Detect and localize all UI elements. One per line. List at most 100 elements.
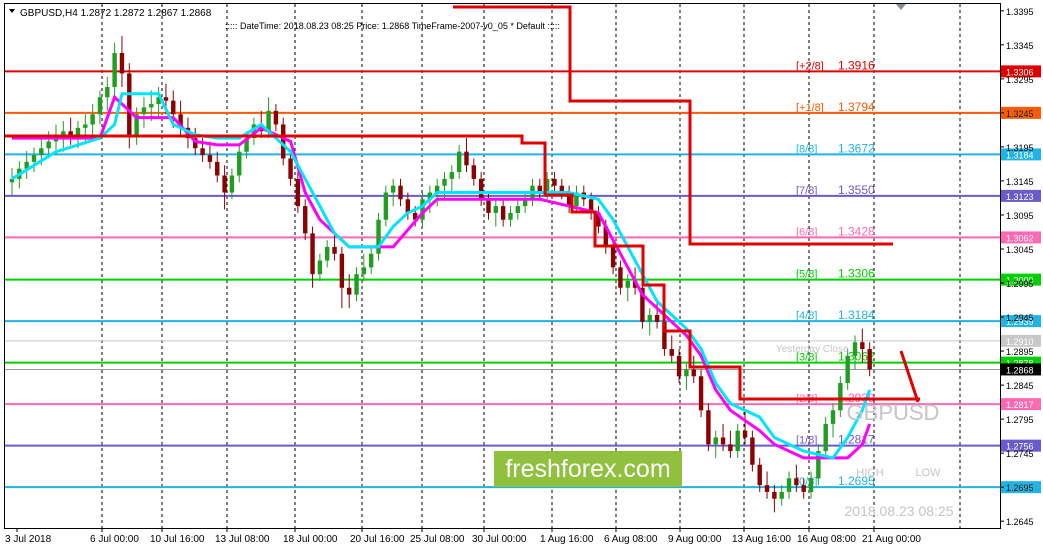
candle-body: [390, 185, 396, 193]
candle-body: [808, 478, 814, 492]
candle-body: [119, 52, 125, 74]
candle-body: [838, 383, 843, 411]
candle-body: [237, 151, 242, 176]
candle-body: [471, 165, 477, 179]
level-value: 1.3794: [838, 100, 875, 114]
candle-body: [171, 100, 176, 115]
y-tick-label: 1.3045: [1006, 245, 1034, 255]
candle-body: [464, 151, 469, 166]
y-tick-label: 1.3195: [1006, 143, 1034, 153]
y-tick-label: 1.3395: [1006, 7, 1034, 17]
watermark-symbol: GBPUSD: [847, 400, 940, 425]
x-tick-label: 6 Aug 08:00: [604, 534, 658, 545]
candle-body: [273, 110, 279, 125]
candle-body: [486, 199, 491, 213]
candle-body: [398, 185, 403, 200]
candle-body: [383, 192, 389, 220]
candle-body: [105, 87, 110, 98]
candle-body: [691, 369, 696, 377]
candle-body: [354, 274, 359, 295]
candle-body: [456, 151, 462, 173]
x-tick-label: 21 Aug 00:00: [862, 534, 921, 545]
level-value: 1.3306: [838, 267, 875, 281]
level-label: [6/8]: [796, 226, 817, 238]
x-tick-label: 18 Jul 00:00: [283, 534, 338, 545]
candle-body: [449, 172, 455, 179]
candle-body: [720, 437, 726, 445]
candle-body: [757, 464, 762, 486]
candle-body: [786, 478, 792, 492]
low-label: LOW: [915, 467, 941, 479]
x-tick-label: 20 Jul 16:00: [350, 534, 405, 545]
indicator-info: ::::: DateTime: 2018.08.23 08:25 Price: …: [225, 21, 560, 31]
level-label: [0/8]: [796, 476, 817, 488]
candle-body: [141, 107, 147, 115]
x-tick-label: 10 Jul 16:00: [150, 534, 205, 545]
level-label: [5/8]: [796, 269, 817, 281]
y-tick-label: 1.2645: [1006, 517, 1034, 527]
y-tick-label: 1.2945: [1006, 313, 1034, 323]
candle-body: [31, 155, 37, 162]
chart: [+2/8] 1.3916 1.3306 [+1/8] 1.3794 1.3245 [8/8…: [0, 0, 1043, 550]
symbol-info: GBPUSD,H4 1.2872 1.2872 1.2867 1.2868: [20, 8, 212, 19]
y-tick-label: 1.2995: [1006, 279, 1034, 289]
price-axis: 1.3395 1.3345 1.3295 1.3245 1.3195 1.3145 1.30…: [1000, 7, 1034, 527]
candle-body: [97, 97, 103, 115]
candle-body: [764, 485, 770, 492]
candle-body: [493, 206, 499, 213]
candle-body: [860, 342, 865, 350]
level-label: [+1/8]: [796, 102, 824, 114]
current-price-value: 1.2868: [1006, 365, 1034, 375]
time-axis: 3 Jul 2018 6 Jul 00:00 10 Jul 16:00 13 Jul …: [5, 528, 921, 545]
y-tick-label: 1.3345: [1006, 41, 1034, 51]
candle-body: [698, 376, 704, 411]
candle-body: [618, 267, 623, 288]
candle-body: [852, 342, 858, 356]
candle-body: [310, 233, 315, 275]
candle-body: [68, 131, 73, 135]
candle-body: [46, 141, 51, 149]
x-tick-label: 1 Aug 16:00: [540, 534, 594, 545]
candle-body: [442, 178, 447, 186]
candle-body: [215, 161, 220, 176]
candle-body: [515, 206, 521, 213]
candle-body: [735, 430, 740, 452]
candle-body: [368, 253, 374, 268]
candle-body: [647, 314, 652, 322]
y-tick-label: 1.2695: [1006, 483, 1034, 493]
candle-body: [478, 178, 484, 200]
level-value: 1.3672: [838, 141, 875, 155]
price-tag-label: 1.3123: [1006, 192, 1034, 202]
candle-body: [801, 485, 806, 492]
candle-body: [332, 246, 337, 254]
candle-body: [229, 175, 235, 193]
candle-body: [163, 97, 169, 101]
candle-body: [288, 158, 293, 179]
candle-body: [83, 124, 88, 128]
y-tick-label: 1.3295: [1006, 75, 1034, 85]
candle-body: [75, 127, 81, 135]
candle-body: [654, 314, 660, 322]
candle-body: [779, 491, 784, 499]
yesterday-close-value: 1.2910: [1006, 337, 1034, 347]
level-value: 1.3184: [838, 308, 875, 322]
candle-body: [867, 349, 872, 370]
candle-body: [207, 155, 213, 162]
candle-body: [347, 287, 352, 295]
candle-body: [830, 410, 836, 424]
level-value: 1.3550: [838, 183, 875, 197]
candle-body: [669, 349, 674, 356]
candle-body: [39, 148, 44, 156]
y-tick-label: 1.3145: [1006, 177, 1034, 187]
level-label: [4/8]: [796, 310, 817, 322]
x-tick-label: 13 Aug 16:00: [732, 534, 791, 545]
y-tick-label: 1.3095: [1006, 211, 1034, 221]
candle-body: [325, 246, 330, 261]
level-value: 1.3916: [838, 58, 875, 72]
level-label: [1/8]: [796, 435, 817, 447]
candle-body: [90, 114, 95, 125]
candle-body: [127, 73, 132, 135]
candle-body: [200, 148, 205, 156]
x-tick-label: 25 Jul 08:00: [410, 534, 465, 545]
candle-body: [845, 355, 850, 384]
